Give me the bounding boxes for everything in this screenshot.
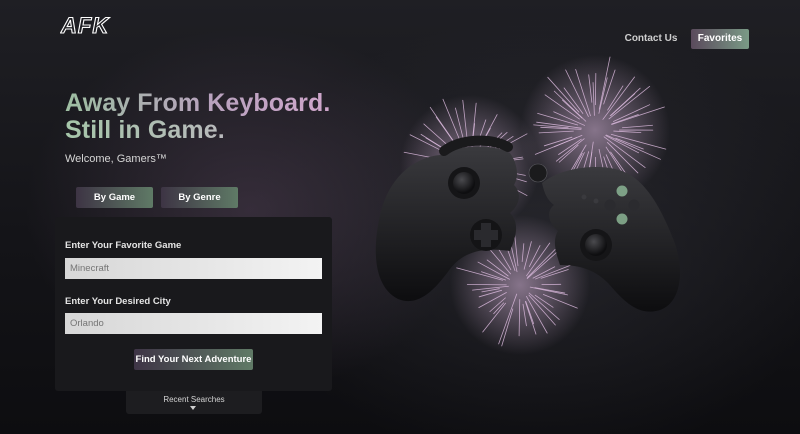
hero-illustration <box>375 55 680 355</box>
recent-searches-toggle[interactable]: Recent Searches <box>126 391 262 414</box>
game-field-label: Enter Your Favorite Game <box>65 240 182 251</box>
chevron-down-icon <box>190 406 196 410</box>
tab-by-genre[interactable]: By Genre <box>161 187 238 208</box>
welcome-text: Welcome, Gamers™ <box>65 153 167 165</box>
city-input[interactable] <box>65 313 322 334</box>
find-adventure-button[interactable]: Find Your Next Adventure <box>134 349 253 370</box>
game-input[interactable] <box>65 258 322 279</box>
afk-logo[interactable]: AFK <box>60 13 118 37</box>
headline-line-1: Away From Keyboard. <box>65 89 331 117</box>
logo-text: AFK <box>60 13 110 37</box>
hero-headline: Away From Keyboard. Still in Game. <box>65 90 330 144</box>
city-field-label: Enter Your Desired City <box>65 296 171 307</box>
contact-us-link[interactable]: Contact Us <box>620 29 682 49</box>
tab-by-game[interactable]: By Game <box>76 187 153 208</box>
headline-line-2: Still in Game. <box>65 117 330 144</box>
favorites-button[interactable]: Favorites <box>691 29 749 49</box>
recent-searches-label: Recent Searches <box>163 395 225 404</box>
